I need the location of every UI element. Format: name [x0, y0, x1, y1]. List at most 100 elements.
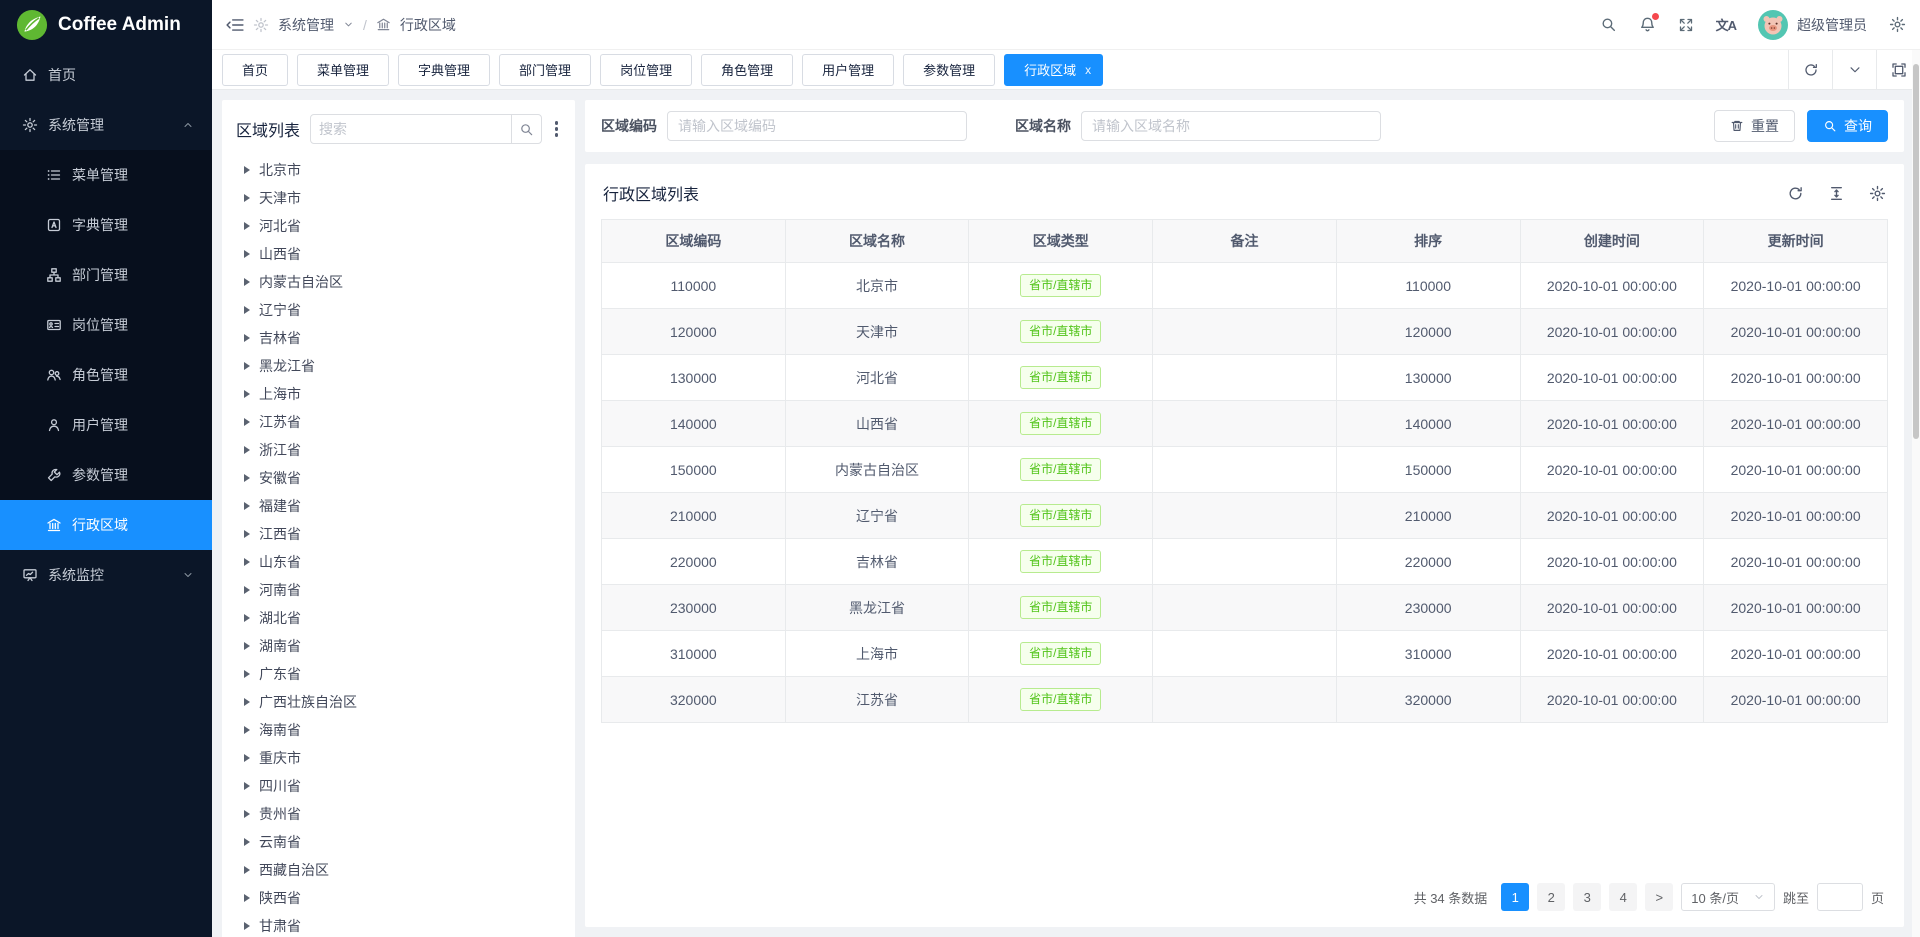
table-row[interactable]: 140000 山西省 省市/直辖市 140000 2020-10-01 00:0… [602, 401, 1888, 447]
tree-item[interactable]: 吉林省 [236, 324, 561, 352]
region-name-input[interactable] [1081, 111, 1381, 141]
sidebar-item-user-mgmt[interactable]: 用户管理 [0, 400, 212, 450]
user-menu[interactable]: 超级管理员 [1758, 10, 1867, 40]
caret-right-icon[interactable] [244, 306, 250, 314]
caret-right-icon[interactable] [244, 194, 250, 202]
sidebar-item-system[interactable]: 系统管理 [0, 100, 212, 150]
tree-item[interactable]: 安徽省 [236, 464, 561, 492]
caret-right-icon[interactable] [244, 894, 250, 902]
sidebar-item-menu-mgmt[interactable]: 菜单管理 [0, 150, 212, 200]
scrollbar-thumb[interactable] [1913, 64, 1919, 439]
kebab-menu-icon[interactable] [552, 118, 562, 140]
caret-right-icon[interactable] [244, 586, 250, 594]
page-button[interactable]: 1 [1501, 883, 1529, 911]
tab[interactable]: 字典管理x [398, 54, 490, 86]
table-row[interactable]: 120000 天津市 省市/直辖市 120000 2020-10-01 00:0… [602, 309, 1888, 355]
translate-icon[interactable]: 文A [1716, 15, 1736, 34]
tree-item[interactable]: 西藏自治区 [236, 856, 561, 884]
tab[interactable]: 部门管理x [499, 54, 591, 86]
tree-item[interactable]: 海南省 [236, 716, 561, 744]
table-row[interactable]: 210000 辽宁省 省市/直辖市 210000 2020-10-01 00:0… [602, 493, 1888, 539]
sidebar-item-param-mgmt[interactable]: 参数管理 [0, 450, 212, 500]
tree-item[interactable]: 湖南省 [236, 632, 561, 660]
page-button[interactable]: 4 [1609, 883, 1637, 911]
fullscreen-icon[interactable] [1678, 17, 1694, 33]
tree-item[interactable]: 浙江省 [236, 436, 561, 464]
row-density-icon[interactable] [1828, 185, 1845, 202]
caret-right-icon[interactable] [244, 250, 250, 258]
caret-right-icon[interactable] [244, 866, 250, 874]
tab[interactable]: 角色管理x [701, 54, 793, 86]
tree-item[interactable]: 贵州省 [236, 800, 561, 828]
tree-item[interactable]: 黑龙江省 [236, 352, 561, 380]
tree-item[interactable]: 福建省 [236, 492, 561, 520]
caret-right-icon[interactable] [244, 502, 250, 510]
close-icon[interactable]: x [1085, 63, 1091, 77]
reset-button[interactable]: 重置 [1714, 110, 1795, 142]
page-button[interactable]: 3 [1573, 883, 1601, 911]
caret-right-icon[interactable] [244, 614, 250, 622]
settings-gear-icon[interactable] [1889, 16, 1906, 33]
tab[interactable]: 行政区域x [1004, 54, 1103, 86]
collapse-sidebar-icon[interactable] [226, 16, 244, 34]
tree-item[interactable]: 云南省 [236, 828, 561, 856]
tree-item[interactable]: 湖北省 [236, 604, 561, 632]
caret-right-icon[interactable] [244, 922, 250, 930]
tree-item[interactable]: 江西省 [236, 520, 561, 548]
tree-item[interactable]: 广西壮族自治区 [236, 688, 561, 716]
caret-right-icon[interactable] [244, 726, 250, 734]
caret-right-icon[interactable] [244, 362, 250, 370]
tree-item[interactable]: 甘肃省 [236, 912, 561, 937]
jump-page-input[interactable] [1817, 883, 1863, 911]
caret-right-icon[interactable] [244, 278, 250, 286]
tree-item[interactable]: 上海市 [236, 380, 561, 408]
sidebar-item-dept-mgmt[interactable]: 部门管理 [0, 250, 212, 300]
tree-search-button[interactable] [511, 115, 541, 143]
sidebar-item-dict-mgmt[interactable]: 字典管理 [0, 200, 212, 250]
tab[interactable]: 用户管理x [802, 54, 894, 86]
caret-right-icon[interactable] [244, 334, 250, 342]
page-size-select[interactable]: 10 条/页 [1681, 883, 1775, 911]
page-button[interactable]: 2 [1537, 883, 1565, 911]
refresh-icon[interactable] [1787, 185, 1804, 202]
tab[interactable]: 首页x [222, 54, 288, 86]
caret-right-icon[interactable] [244, 166, 250, 174]
tab[interactable]: 岗位管理x [600, 54, 692, 86]
caret-right-icon[interactable] [244, 838, 250, 846]
breadcrumb-root[interactable]: 系统管理 [278, 15, 334, 35]
tree-item[interactable]: 山西省 [236, 240, 561, 268]
tree-item[interactable]: 北京市 [236, 156, 561, 184]
sidebar-item-role-mgmt[interactable]: 角色管理 [0, 350, 212, 400]
caret-right-icon[interactable] [244, 222, 250, 230]
tree-item[interactable]: 内蒙古自治区 [236, 268, 561, 296]
tree-item[interactable]: 四川省 [236, 772, 561, 800]
caret-right-icon[interactable] [244, 558, 250, 566]
region-code-input[interactable] [667, 111, 967, 141]
caret-right-icon[interactable] [244, 698, 250, 706]
sidebar-item-admin-region[interactable]: 行政区域 [0, 500, 212, 550]
caret-right-icon[interactable] [244, 390, 250, 398]
caret-right-icon[interactable] [244, 782, 250, 790]
caret-right-icon[interactable] [244, 810, 250, 818]
table-row[interactable]: 220000 吉林省 省市/直辖市 220000 2020-10-01 00:0… [602, 539, 1888, 585]
sidebar-item-monitor[interactable]: 系统监控 [0, 550, 212, 600]
tree-item[interactable]: 辽宁省 [236, 296, 561, 324]
caret-right-icon[interactable] [244, 446, 250, 454]
table-row[interactable]: 150000 内蒙古自治区 省市/直辖市 150000 2020-10-01 0… [602, 447, 1888, 493]
tree-item[interactable]: 天津市 [236, 184, 561, 212]
window-scrollbar[interactable] [1912, 50, 1920, 937]
tree-item[interactable]: 山东省 [236, 548, 561, 576]
table-row[interactable]: 230000 黑龙江省 省市/直辖市 230000 2020-10-01 00:… [602, 585, 1888, 631]
tree-item[interactable]: 陕西省 [236, 884, 561, 912]
tree-item[interactable]: 广东省 [236, 660, 561, 688]
tree-item[interactable]: 重庆市 [236, 744, 561, 772]
caret-right-icon[interactable] [244, 754, 250, 762]
search-icon[interactable] [1600, 16, 1617, 33]
tab[interactable]: 参数管理x [903, 54, 995, 86]
table-row[interactable]: 310000 上海市 省市/直辖市 310000 2020-10-01 00:0… [602, 631, 1888, 677]
search-button[interactable]: 查询 [1807, 110, 1888, 142]
tree-search-input[interactable] [311, 121, 510, 137]
table-row[interactable]: 320000 江苏省 省市/直辖市 320000 2020-10-01 00:0… [602, 677, 1888, 723]
next-page-button[interactable]: > [1645, 883, 1673, 911]
sidebar-item-home[interactable]: 首页 [0, 50, 212, 100]
